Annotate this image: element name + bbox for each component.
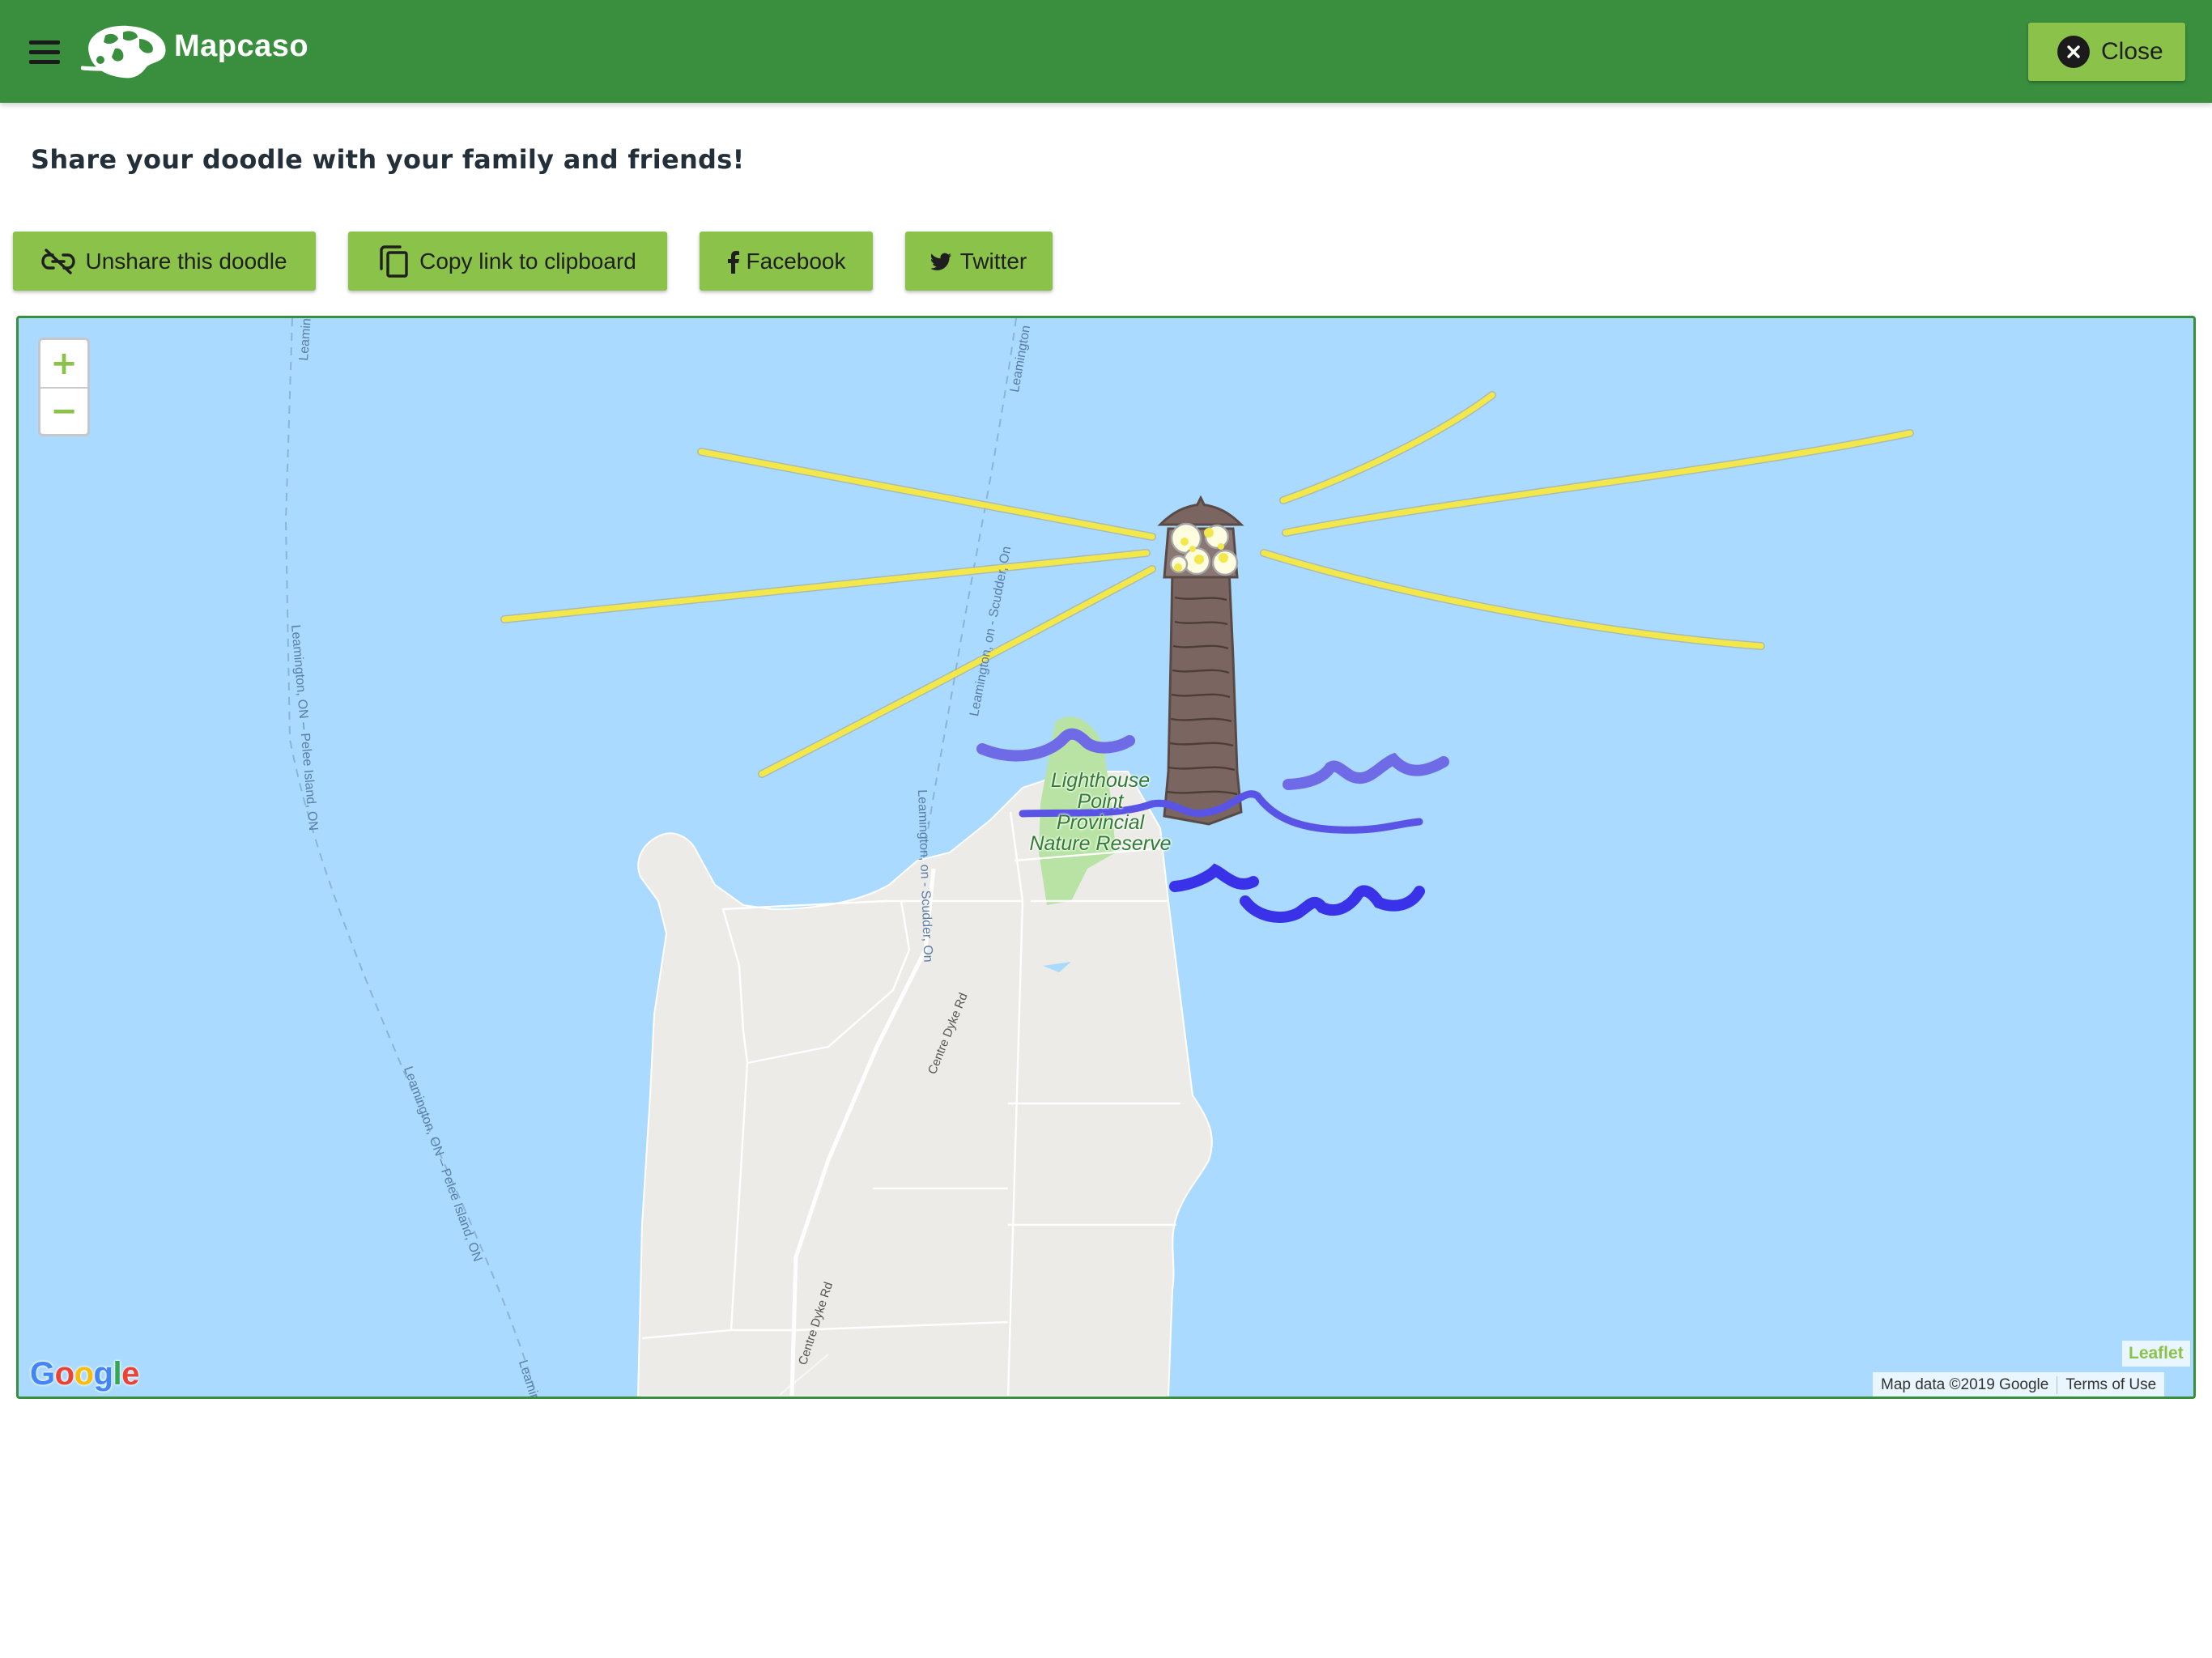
close-button[interactable]: Close — [2028, 23, 2185, 81]
unshare-button[interactable]: Unshare this doodle — [13, 232, 316, 291]
nature-reserve-label: Lighthouse Point Provincial Nature Reser… — [1029, 769, 1172, 855]
app-title: Mapcaso — [174, 29, 309, 63]
terms-of-use-link[interactable]: Terms of Use — [2057, 1376, 2164, 1394]
copy-link-button-label: Copy link to clipboard — [419, 248, 636, 274]
facebook-button-label: Facebook — [746, 248, 846, 274]
map-data-text: Map data ©2019 Google — [1881, 1376, 2049, 1393]
unshare-button-label: Unshare this doodle — [85, 248, 287, 274]
facebook-icon — [727, 250, 739, 274]
google-logo: Google — [30, 1356, 139, 1392]
zoom-in-button[interactable]: + — [40, 340, 87, 387]
twitter-button-label: Twitter — [959, 248, 1027, 274]
twitter-share-button[interactable]: Twitter — [905, 232, 1053, 291]
twitter-icon — [930, 253, 951, 270]
map-attribution: Map data ©2019 Google Terms of Use — [1873, 1372, 2165, 1397]
copy-icon — [380, 244, 408, 278]
link-off-icon — [41, 248, 76, 274]
hamburger-menu-icon[interactable] — [29, 40, 60, 64]
share-heading: Share your doodle with your family and f… — [31, 144, 745, 175]
close-button-label: Close — [2101, 38, 2163, 65]
map-canvas[interactable] — [19, 318, 2193, 1397]
zoom-control: + − — [38, 338, 90, 436]
palette-globe-logo-icon[interactable] — [81, 21, 172, 83]
map-container[interactable]: Leamington, ON – Pelee Island, ON Leamin… — [16, 316, 2196, 1399]
close-circle-icon — [2057, 36, 2090, 68]
leaflet-link[interactable]: Leaflet — [2122, 1341, 2190, 1367]
app-header: Mapcaso Close — [0, 0, 2212, 103]
zoom-out-button[interactable]: − — [40, 387, 87, 434]
facebook-share-button[interactable]: Facebook — [700, 232, 873, 291]
copy-link-button[interactable]: Copy link to clipboard — [348, 232, 667, 291]
